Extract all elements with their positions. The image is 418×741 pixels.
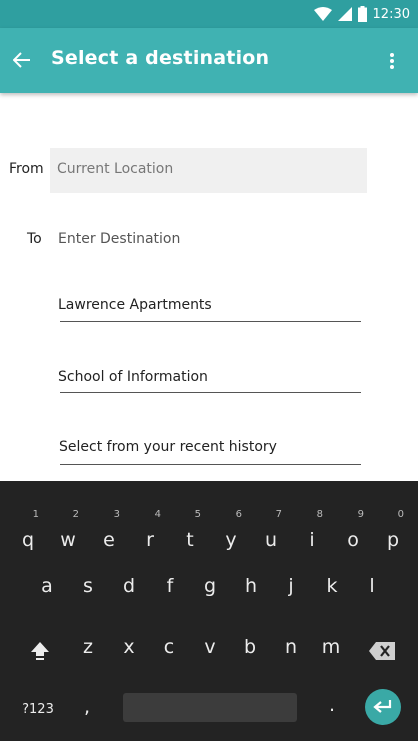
key-v[interactable]: v <box>190 636 230 666</box>
key-hint: 1 <box>32 509 39 520</box>
key-j[interactable]: j <box>271 575 311 605</box>
key-hint: 5 <box>194 509 201 520</box>
key-hint: 9 <box>357 509 364 520</box>
battery-icon <box>357 6 367 22</box>
status-time: 12:30 <box>372 6 410 22</box>
key-label: a <box>41 575 53 597</box>
enter-icon <box>373 700 392 713</box>
key-g[interactable]: g <box>190 575 230 605</box>
key-label: r <box>146 529 154 551</box>
key-t[interactable]: 5t <box>170 505 210 555</box>
key-label: e <box>103 529 115 551</box>
key-label: q <box>21 529 35 551</box>
key-label: l <box>369 575 375 597</box>
divider <box>60 392 361 393</box>
key-r[interactable]: 4r <box>130 505 170 555</box>
key-c[interactable]: c <box>149 636 189 666</box>
key-m[interactable]: m <box>311 636 351 666</box>
key-label: w <box>60 529 76 551</box>
key-hint: 3 <box>113 509 120 520</box>
key-l[interactable]: l <box>352 575 392 605</box>
divider <box>60 321 361 322</box>
key-d[interactable]: d <box>109 575 149 605</box>
key-f[interactable]: f <box>150 575 190 605</box>
from-label: From <box>9 161 44 177</box>
key-hint: 0 <box>397 509 404 520</box>
key-label: i <box>309 529 315 551</box>
soft-keyboard: 1q2w3e4r5t6y7u8i9o0p asdfghjkl zxcvbnm ?… <box>0 481 418 741</box>
key-b[interactable]: b <box>230 636 270 666</box>
shift-icon <box>31 642 49 660</box>
key-label: x <box>123 636 135 658</box>
key-x[interactable]: x <box>109 636 149 666</box>
key-label: h <box>244 575 258 597</box>
key-label: u <box>264 529 278 551</box>
key-hint: 4 <box>154 509 161 520</box>
key-u[interactable]: 7u <box>251 505 291 555</box>
key-label: f <box>166 575 174 597</box>
key-s[interactable]: s <box>68 575 108 605</box>
suggestion-item-recent-history[interactable]: Select from your recent history <box>58 439 361 465</box>
key-h[interactable]: h <box>231 575 271 605</box>
comma-key[interactable]: , <box>74 693 100 721</box>
key-label: s <box>83 575 93 597</box>
key-label: g <box>203 575 217 597</box>
suggestion-label: Select from your recent history <box>59 439 277 455</box>
key-label: n <box>284 636 298 658</box>
status-bar: 12:30 <box>0 0 418 28</box>
key-y[interactable]: 6y <box>211 505 251 555</box>
suggestion-label: Lawrence Apartments <box>58 297 212 313</box>
key-label: v <box>204 636 216 658</box>
key-i[interactable]: 8i <box>292 505 332 555</box>
key-label: y <box>225 529 237 551</box>
key-label: m <box>321 636 341 658</box>
key-p[interactable]: 0p <box>373 505 413 555</box>
status-icons: 12:30 <box>313 5 410 23</box>
enter-key[interactable] <box>365 689 401 725</box>
key-hint: 7 <box>275 509 282 520</box>
period-key[interactable]: . <box>319 691 345 719</box>
from-value: Current Location <box>57 161 174 177</box>
backspace-icon <box>369 642 395 660</box>
key-k[interactable]: k <box>312 575 352 605</box>
key-hint: 2 <box>72 509 79 520</box>
divider <box>60 464 361 465</box>
arrow-left-icon <box>13 52 30 68</box>
key-label: c <box>163 636 175 658</box>
key-label: j <box>288 575 294 597</box>
key-label: b <box>243 636 257 658</box>
shift-key[interactable] <box>22 636 58 666</box>
suggestion-label: School of Information <box>58 369 208 385</box>
key-label: d <box>122 575 136 597</box>
suggestion-item-lawrence-apartments[interactable]: Lawrence Apartments <box>58 297 361 322</box>
key-label: k <box>326 575 338 597</box>
key-hint: 8 <box>316 509 323 520</box>
page-title: Select a destination <box>51 47 270 69</box>
key-a[interactable]: a <box>27 575 67 605</box>
from-field[interactable]: Current Location <box>50 148 367 193</box>
overflow-menu-button[interactable] <box>380 48 404 74</box>
key-e[interactable]: 3e <box>89 505 129 555</box>
key-label: z <box>83 636 93 658</box>
key-n[interactable]: n <box>271 636 311 666</box>
wifi-icon <box>313 7 332 21</box>
key-label: p <box>386 529 400 551</box>
app-bar: Select a destination <box>0 28 418 93</box>
key-hint: 6 <box>235 509 242 520</box>
key-o[interactable]: 9o <box>333 505 373 555</box>
destination-input[interactable]: Enter Destination <box>58 231 180 247</box>
more-vertical-icon <box>390 53 394 69</box>
suggestion-item-school-of-information[interactable]: School of Information <box>58 369 361 393</box>
backspace-key[interactable] <box>365 636 399 666</box>
back-button[interactable] <box>9 47 35 73</box>
symbols-key[interactable]: ?123 <box>14 697 62 721</box>
key-q[interactable]: 1q <box>8 505 48 555</box>
spacebar[interactable] <box>123 693 297 722</box>
signal-icon <box>337 7 352 21</box>
key-label: o <box>347 529 359 551</box>
key-z[interactable]: z <box>68 636 108 666</box>
to-label: To <box>27 231 42 247</box>
key-w[interactable]: 2w <box>48 505 88 555</box>
key-label: t <box>186 529 194 551</box>
